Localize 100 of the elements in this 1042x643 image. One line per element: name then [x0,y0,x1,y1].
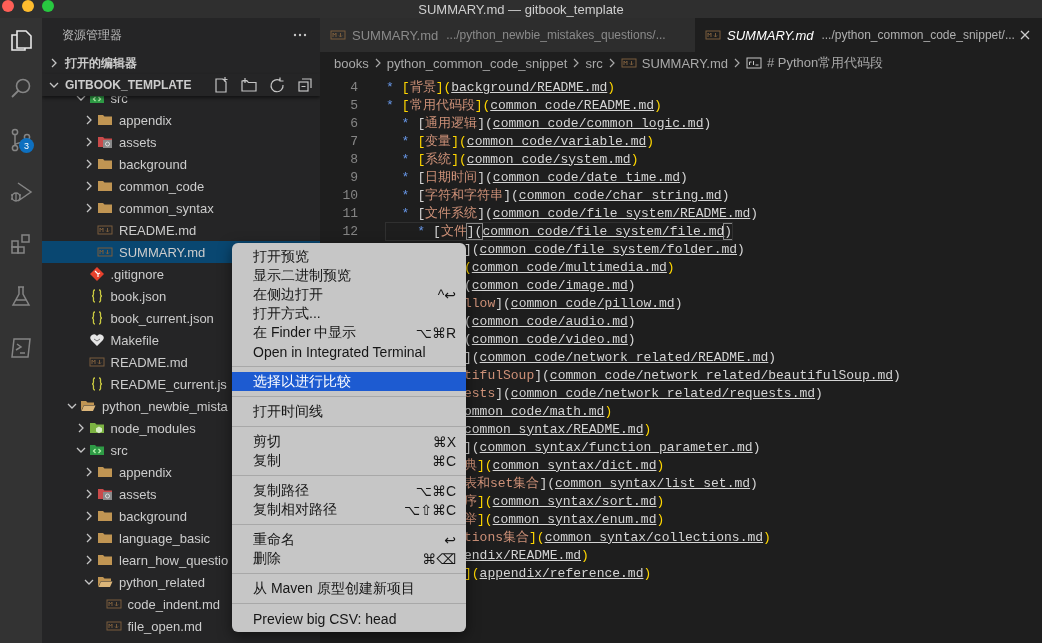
line-number: 4 [349,79,358,95]
markdown-icon [88,354,105,370]
menu-item[interactable]: 重命名 ↩ [232,530,466,549]
menu-item[interactable]: 选择以进行比较 [232,372,466,391]
code-line: tions集合](common_syntax/collections.md) [464,528,771,546]
file-item[interactable]: README.md [42,219,320,241]
assets-folder-icon [97,134,113,150]
code-line: 典](common_syntax/dict.md) [464,456,665,474]
code-line: ](appendix/reference.md) [464,564,652,582]
code-line: (common_code/video.md) [464,330,636,348]
markdown-icon [97,244,113,260]
terminal-icon[interactable] [9,336,33,360]
breadcrumb-item[interactable]: books [334,55,369,71]
node-folder-icon [88,420,105,436]
code-line: 举](common_syntax/enum.md) [464,510,665,528]
menu-item[interactable]: 复制路径 ⌥⌘C [232,481,466,500]
folder-item[interactable]: assets [42,131,320,153]
code-line: llow](common_code/pillow.md) [464,294,683,312]
menu-item[interactable]: 在 Finder 中显示 ⌥⌘R [232,323,466,342]
code-line: * [常用代码段](common_code/README.md) [386,96,662,114]
section-header[interactable]: GITBOOK_TEMPLATE [42,74,320,96]
folder-icon [97,508,113,524]
window-title: SUMMARY.md — gitbook_template [418,1,624,17]
menu-item[interactable]: 复制 ⌘C [232,451,466,470]
assets-folder-icon [97,486,113,502]
menu-item[interactable]: 打开方式... [232,304,466,323]
menu-item[interactable]: 在侧边打开 ^↩ [232,285,466,304]
line-number: 5 [349,97,358,113]
code-line: tifulSoup](common_code/network_related/beautifulSoup.md) [464,366,901,384]
code-line: ](common_code/file_system/folder.md) [464,240,745,258]
files-icon[interactable] [9,28,33,52]
folder-icon [80,398,96,414]
folder-icon [97,574,113,590]
flask-icon[interactable] [9,284,33,308]
code-line: * [通用逻辑](common_code/common_logic.md) [400,114,712,132]
breadcrumb-item[interactable]: SUMMARY.md [641,55,728,71]
code-folder-icon [88,442,105,458]
folder-item[interactable]: common_syntax [42,197,320,219]
folder-icon [97,530,113,546]
window-close-button[interactable] [2,0,14,12]
code-line: common_syntax/README.md) [464,420,652,438]
heart-icon [88,332,105,348]
debug-icon[interactable] [9,180,33,204]
menu-item[interactable]: 删除 ⌘⌫ [232,549,466,568]
folder-icon [97,552,113,568]
code-line: * [背景](background/README.md) [386,78,616,96]
menu-item[interactable]: 显示二进制预览 [232,266,466,285]
diamond-icon [88,266,105,282]
close-icon [1018,28,1032,42]
code-line: * [文件](common_code/file_system/file.md) [386,222,733,240]
breadcrumb-item[interactable]: python_common_code_snippet [386,55,568,71]
markdown-icon [105,618,122,634]
refresh-icon [268,76,286,94]
markdown-icon [705,27,721,43]
extensions-icon[interactable] [9,232,33,256]
code-line: ](common_syntax/function_parameter.md) [464,438,761,456]
line-number: 8 [349,151,358,167]
code-line: (common_code/audio.md) [464,312,636,330]
menu-item[interactable]: 打开时间线 [232,402,466,421]
line-number: 9 [349,169,358,185]
breadcrumb-item[interactable]: src [585,55,603,71]
code-line: * [文件系统](common_code/file_system/README.md) [400,204,759,222]
menu-item[interactable]: 剪切 ⌘X [232,432,466,451]
code-line: endix/README.md) [464,546,589,564]
code-line: ](common_code/network_related/README.md) [464,348,777,366]
folder-item[interactable]: background [42,153,320,175]
count-badge: 3 [19,138,34,153]
panel-title: 资源管理器 [62,26,122,44]
section-header[interactable]: 打开的编辑器 [42,52,320,74]
search-icon[interactable] [9,76,33,100]
folder-item[interactable]: common_code [42,175,320,197]
menu-item[interactable]: Preview big CSV: head [232,609,466,628]
menu-item[interactable]: 复制相对路径 ⌥⇧⌘C [232,500,466,519]
folder-item[interactable]: src [42,96,320,109]
folder-icon [97,112,113,128]
line-number: 10 [341,187,358,203]
code-line: 表和set集合](common_syntax/list_set.md) [464,474,758,492]
line-number: 7 [349,133,358,149]
code-line: * [日期时间](common_code/date_time.md) [400,168,688,186]
editor-tab[interactable]: SUMMARY.md .../python_common_code_snippet/... [695,18,1042,52]
folder-icon [97,200,113,216]
folder-item[interactable]: appendix [42,109,320,131]
code-line: (common_code/image.md) [464,276,636,294]
code-line: * [变量](common_code/variable.md) [400,132,655,150]
folder-icon [97,178,113,194]
window-minimize-button[interactable] [22,0,34,12]
line-number: 11 [341,205,358,221]
code-line: * [字符和字符串](common_code/char_string.md) [400,186,730,204]
line-number: 12 [341,223,358,239]
folder-icon [97,464,113,480]
breadcrumb-item[interactable]: # Python常用代码段 [766,54,884,72]
markdown-icon [105,596,122,612]
markdown-icon [97,222,113,238]
menu-item[interactable]: Open in Integrated Terminal [232,342,466,361]
menu-item[interactable]: 从 Maven 原型创建新项目 [232,579,466,598]
editor-tab[interactable]: SUMMARY.md .../python_newbie_mistakes_questions/... [320,18,695,52]
new-file-icon [212,76,230,94]
window-zoom-button[interactable] [42,0,54,12]
collapse-all-icon [296,76,314,94]
folder-icon [97,156,113,172]
